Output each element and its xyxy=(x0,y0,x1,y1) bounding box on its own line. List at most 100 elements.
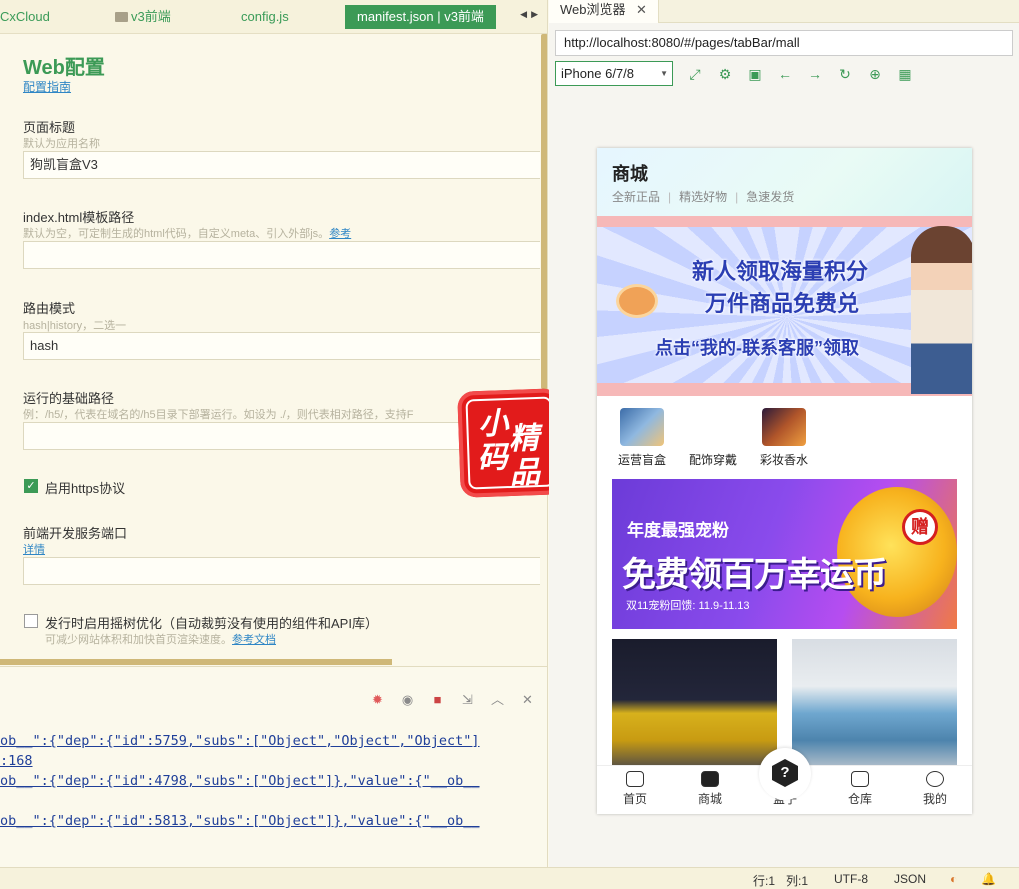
category-item[interactable]: 彩妆香水 xyxy=(754,408,814,468)
tag-divider: | xyxy=(668,190,672,204)
tab-scroll-arrows-icon[interactable]: ◀▶ xyxy=(520,9,542,20)
bell-icon[interactable]: 🔔 xyxy=(981,872,996,886)
console-panel: ✹ ◉ ■ ⇲ ︿ ✕ ob__":{"dep":{"id":5759,"sub… xyxy=(0,666,547,867)
settings-icon[interactable]: ⚙ xyxy=(716,66,734,82)
console-line: ob__":{"dep":{"id":5759,"subs":["Object"… xyxy=(0,733,480,749)
tree-shaking-hint-text: 可减少网站体积和加快首页渲染速度。 xyxy=(45,634,232,646)
config-guide-link[interactable]: 配置指南 xyxy=(23,78,71,95)
stop-icon[interactable]: ■ xyxy=(429,691,446,708)
category-item[interactable]: 配饰穿戴 xyxy=(683,408,743,468)
planet-decoration xyxy=(619,287,655,315)
category-item[interactable]: 运营盲盒 xyxy=(612,408,672,468)
tabbar-label: 我的 xyxy=(922,792,947,806)
console-icon[interactable]: ▣ xyxy=(746,66,764,82)
index-template-ref-link[interactable]: 参考 xyxy=(329,228,351,240)
page-title: Web配置 xyxy=(23,57,105,79)
web-config-form: Web配置 配置指南 页面标题 默认为应用名称 狗凯盲盒V3 index.htm… xyxy=(0,34,540,662)
tab-v3-folder[interactable]: v3前端 xyxy=(115,5,171,29)
form-scrollbar-horizontal[interactable] xyxy=(0,659,392,665)
tabbar-label: 商城 xyxy=(697,792,722,806)
tabbar-mall[interactable]: 商城 xyxy=(680,771,740,807)
console-line: ob__":{"dep":{"id":5813,"subs":["Object"… xyxy=(0,813,480,829)
category-row: 运营盲盒 配饰穿戴 彩妆香水 xyxy=(597,408,972,476)
mall-bag-icon xyxy=(701,771,719,787)
banner-line-1: 新人领取海量积分 xyxy=(692,259,869,284)
gift-badge: 赠 xyxy=(902,509,938,545)
https-checkbox[interactable]: ✓ xyxy=(24,479,38,493)
tab-cxcloud[interactable]: CxCloud xyxy=(0,5,50,29)
tabbar-me[interactable]: 我的 xyxy=(905,771,965,807)
mall-tag: 精选好物 xyxy=(679,190,728,204)
close-icon[interactable]: ✕ xyxy=(636,0,647,19)
mall-tag: 急速发货 xyxy=(746,190,795,204)
tree-shaking-doc-link[interactable]: 参考文档 xyxy=(232,634,276,646)
tab-manifest-json[interactable]: manifest.json | v3前端 xyxy=(345,5,496,29)
category-label: 运营盲盒 xyxy=(617,453,666,467)
profile-icon xyxy=(926,771,944,787)
tab-config-js[interactable]: config.js xyxy=(241,5,289,29)
page-title-input[interactable]: 狗凯盲盒V3 xyxy=(23,151,540,179)
forward-icon[interactable]: → xyxy=(806,66,824,82)
mall-tags: 全新正品 | 精选好物 | 急速发货 xyxy=(612,188,794,205)
promo-banner[interactable]: 新人领取海量积分 万件商品免费兑 点击“我的-联系客服”领取 xyxy=(597,216,972,396)
folder-icon xyxy=(115,12,128,22)
status-col: 列:1 xyxy=(786,874,809,888)
mall-tag: 全新正品 xyxy=(612,190,661,204)
web-browser-pane: Web浏览器 ✕ http://localhost:8080/#/pages/t… xyxy=(549,0,1019,867)
chevron-down-icon: ▼ xyxy=(660,69,668,78)
index-template-input[interactable] xyxy=(23,241,540,269)
lucky-coin-banner[interactable]: 赠 年度最强宠粉 免费领百万幸运币 双11宠粉回馈: 11.9-11.13 xyxy=(612,479,957,629)
tabbar-warehouse[interactable]: 仓库 xyxy=(830,771,890,807)
browser-tab-label: Web浏览器 xyxy=(560,2,626,17)
status-language[interactable]: JSON xyxy=(894,872,926,886)
product-card-yellow-car[interactable] xyxy=(612,639,777,774)
mall-header: 商城 全新正品 | 精选好物 | 急速发货 xyxy=(597,148,972,216)
rotate-icon[interactable]: ⤢ xyxy=(686,66,704,82)
box-center-button[interactable]: ? xyxy=(759,748,811,800)
status-bar: 行:1 列:1 UTF-8 JSON ◐ 🔔 xyxy=(0,867,1019,889)
device-select[interactable]: iPhone 6/7/8 ▼ xyxy=(555,61,673,86)
mall-title: 商城 xyxy=(612,164,648,184)
collapse-icon[interactable]: ︿ xyxy=(489,691,506,708)
lock-icon[interactable]: ⊕ xyxy=(866,66,884,82)
back-icon[interactable]: ← xyxy=(776,66,794,82)
device-select-value: iPhone 6/7/8 xyxy=(561,66,635,81)
category-image xyxy=(620,408,664,446)
category-label: 配饰穿戴 xyxy=(688,453,737,467)
home-icon xyxy=(626,771,644,787)
form-scrollbar-vertical[interactable] xyxy=(541,34,547,389)
status-line: 行:1 xyxy=(753,874,776,888)
url-bar[interactable]: http://localhost:8080/#/pages/tabBar/mal… xyxy=(555,30,1013,56)
phone-preview: 商城 全新正品 | 精选好物 | 急速发货 新人领取海量积分 万件商品免费兑 点击“我的… xyxy=(597,148,972,814)
router-mode-hint: hash|history，二选一 xyxy=(23,320,127,332)
dev-port-detail-link[interactable]: 详情 xyxy=(23,541,45,557)
https-label: 启用https协议 xyxy=(45,481,126,496)
seal-stamp-logo: 小 精 码 品 xyxy=(457,388,563,498)
product-card-blue-car[interactable] xyxy=(792,639,957,774)
tree-shaking-label: 发行时启用摇树优化（自动裁剪没有使用的组件和API库） xyxy=(45,616,378,631)
seal-char: 品 xyxy=(509,454,541,492)
promo-line-3: 双11宠粉回馈: 11.9-11.13 xyxy=(626,600,750,612)
tag-divider: | xyxy=(735,190,739,204)
export-icon[interactable]: ⇲ xyxy=(459,691,476,708)
qr-icon[interactable]: ▦ xyxy=(896,66,914,82)
sync-icon[interactable]: ◐ xyxy=(950,872,957,886)
dev-port-label: 前端开发服务端口 xyxy=(23,526,128,541)
tabbar-home[interactable]: 首页 xyxy=(605,771,665,807)
promo-line-1: 年度最强宠粉 xyxy=(627,521,729,540)
category-image xyxy=(691,408,735,446)
base-path-label: 运行的基础路径 xyxy=(23,391,115,406)
dev-port-input[interactable] xyxy=(23,557,540,585)
bug-icon[interactable]: ✹ xyxy=(369,691,386,708)
console-toolbar: ✹ ◉ ■ ⇲ ︿ ✕ xyxy=(369,691,536,708)
promo-line-2: 免费领百万幸运币 xyxy=(622,556,887,594)
refresh-icon[interactable]: ↻ xyxy=(836,66,854,82)
record-icon[interactable]: ◉ xyxy=(399,691,416,708)
tree-shaking-checkbox[interactable] xyxy=(24,614,38,628)
router-mode-input[interactable]: hash xyxy=(23,332,540,360)
status-encoding[interactable]: UTF-8 xyxy=(834,872,868,886)
mystery-box-icon: ? xyxy=(772,759,798,787)
tab-v3-folder-label: v3前端 xyxy=(131,9,171,24)
router-mode-label: 路由模式 xyxy=(23,301,76,316)
clear-icon[interactable]: ✕ xyxy=(519,691,536,708)
